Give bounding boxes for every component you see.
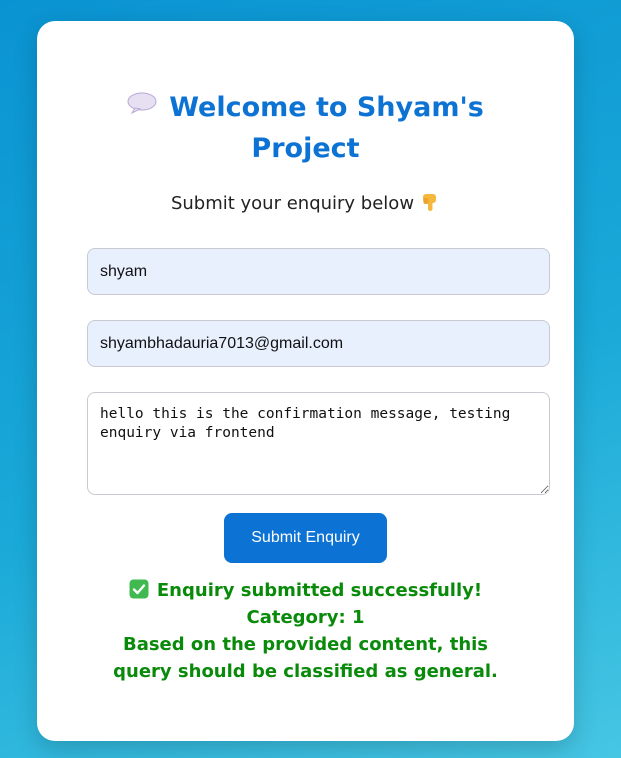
success-line-1: Enquiry submitted successfully! Category…	[97, 577, 514, 631]
name-input[interactable]	[87, 248, 550, 295]
page-subtitle-text: Submit your enquiry below	[170, 193, 415, 214]
success-message: Enquiry submitted successfully! Category…	[97, 577, 514, 685]
speech-bubble-icon	[127, 92, 157, 114]
pointing-down-hand-icon	[423, 194, 437, 211]
check-mark-icon	[129, 579, 149, 599]
page-title: Welcome to Shyam's Project	[97, 87, 514, 169]
enquiry-card: Welcome to Shyam's Project Submit your e…	[37, 21, 574, 741]
submit-enquiry-button[interactable]: Submit Enquiry	[224, 513, 387, 563]
page-title-text: Welcome to Shyam's Project	[169, 92, 484, 164]
email-input[interactable]	[87, 320, 550, 367]
success-line-2: Based on the provided content, this quer…	[113, 634, 498, 682]
message-textarea[interactable]: hello this is the confirmation message, …	[87, 392, 550, 495]
success-status-text: Enquiry submitted successfully! Category…	[156, 580, 483, 628]
page-subtitle: Submit your enquiry below	[37, 191, 574, 217]
